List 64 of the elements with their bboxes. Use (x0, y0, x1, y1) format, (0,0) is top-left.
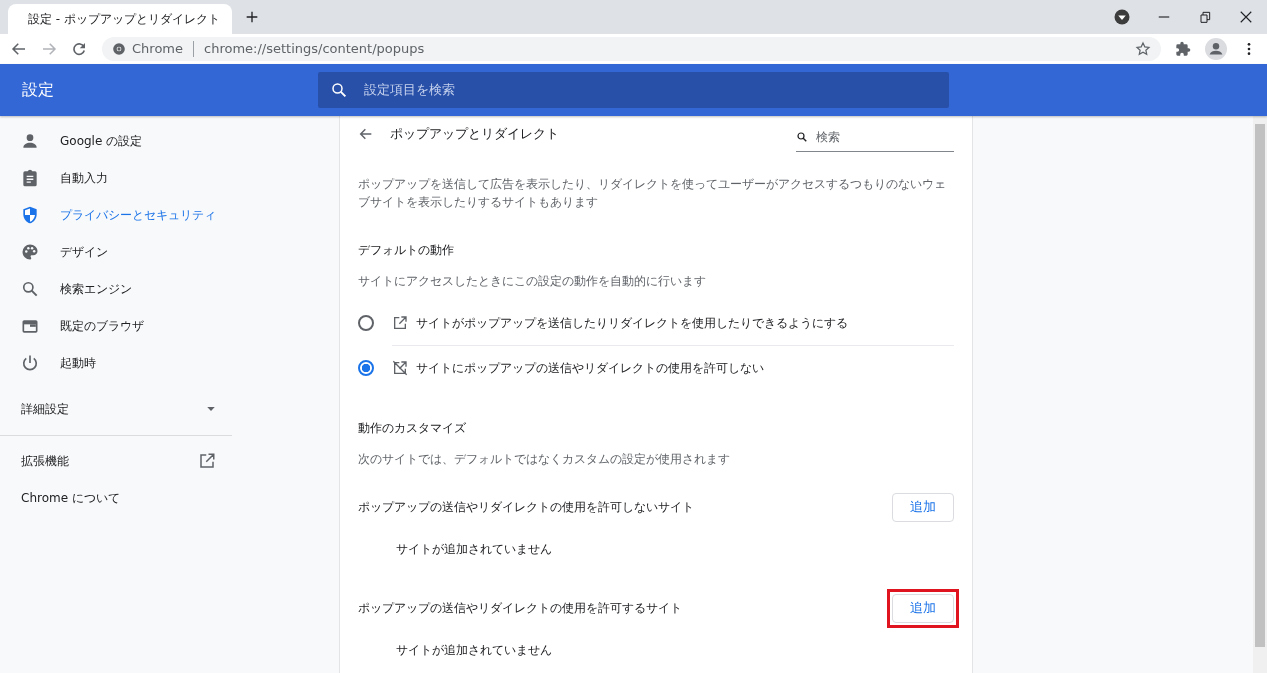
option-label: サイトがポップアップを送信したりリダイレクトを使用したりできるようにする (416, 314, 848, 332)
clipboard-icon (20, 167, 40, 188)
sidebar-item-label: デザイン (60, 243, 108, 261)
advanced-settings-toggle[interactable]: 詳細設定 (0, 390, 232, 427)
sidebar-item-label: Google の設定 (60, 132, 143, 150)
tab-title: 設定 - ポップアップとリダイレクト (28, 11, 220, 28)
dropdown-icon[interactable] (1113, 8, 1131, 26)
search-icon (796, 130, 808, 143)
sidebar-item[interactable]: 起動時 (0, 344, 232, 381)
open-in-new-icon (392, 314, 408, 331)
url-text: chrome://settings/content/popups (204, 40, 426, 58)
search-icon (330, 81, 348, 99)
scrollbar[interactable] (1253, 116, 1267, 673)
avatar-icon[interactable] (1205, 38, 1227, 60)
empty-list-message: サイトが追加されていません (395, 541, 553, 558)
sidebar-item-label: 起動時 (60, 354, 96, 372)
add-button[interactable]: 追加 (892, 593, 954, 623)
external-link-icon (198, 451, 216, 470)
sidebar-item[interactable]: 検索エンジン (0, 270, 232, 307)
sidebar-link[interactable]: Chrome について (0, 479, 232, 516)
sidebar-link-label: 拡張機能 (21, 452, 69, 470)
list-title: ポップアップの送信やリダイレクトの使用を許可するサイト (358, 600, 682, 617)
search-bar[interactable]: 設定項目を検索 (318, 72, 949, 108)
star-icon[interactable] (1135, 41, 1151, 57)
address-bar[interactable]: Chrome chrome://settings/content/popups (102, 37, 1161, 61)
sidebar-item[interactable]: 自動入力 (0, 159, 232, 196)
section-heading: デフォルトの動作 (358, 242, 455, 259)
chrome-icon (112, 42, 126, 56)
section-heading: 動作のカスタマイズ (358, 420, 467, 437)
page-header-title: 設定 (21, 81, 55, 99)
sidebar-item[interactable]: プライバシーとセキュリティ (0, 196, 232, 233)
back-arrow-icon[interactable] (358, 126, 374, 142)
sidebar-link[interactable]: 拡張機能 (0, 442, 232, 479)
description-text: ポップアップを送信して広告を表示したり、リダイレクトを使ってユーザーがアクセスするつもりのないウェブサイトを表示したりするサイトもあります (358, 176, 947, 211)
sidebar-item-label: 既定のブラウザ (60, 317, 144, 335)
radio-button[interactable] (358, 360, 374, 376)
add-button[interactable]: 追加 (892, 492, 954, 522)
sidebar-link-label: Chrome について (21, 489, 120, 507)
browser-tab[interactable]: 設定 - ポップアップとリダイレクト (8, 4, 232, 34)
sidebar-item-label: プライバシーとセキュリティ (60, 206, 216, 224)
search-bar[interactable]: 検索 (796, 122, 954, 152)
advanced-label: 詳細設定 (21, 400, 69, 418)
sidebar-item[interactable]: 既定のブラウザ (0, 307, 232, 344)
search-input[interactable]: 設定項目を検索 (362, 80, 949, 100)
radio-button[interactable] (358, 314, 374, 331)
sidebar-item-label: 検索エンジン (60, 280, 132, 298)
reload-icon[interactable] (70, 40, 88, 58)
search-input[interactable]: 検索 (814, 126, 948, 147)
list-title: ポップアップの送信やリダイレクトの使用を許可しないサイト (358, 499, 694, 516)
sidebar-item-label: 自動入力 (60, 169, 108, 187)
section-subheading: サイトにアクセスしたときにこの設定の動作を自動的に行います (358, 273, 707, 290)
site-label: Chrome (132, 40, 183, 58)
puzzle-icon[interactable] (1175, 41, 1191, 57)
option-label: サイトにポップアップの送信やリダイレクトの使用を許可しない (416, 360, 764, 377)
empty-list-message: サイトが追加されていません (395, 642, 553, 659)
new-tab-icon[interactable] (244, 9, 260, 25)
blocked-popup-icon (392, 360, 408, 376)
page-title: ポップアップとリダイレクト (390, 125, 560, 143)
restore-icon[interactable] (1197, 9, 1213, 25)
sidebar-item[interactable]: デザイン (0, 233, 232, 270)
section-subheading: 次のサイトでは、デフォルトではなくカスタムの設定が使用されます (358, 451, 731, 468)
back-icon[interactable] (10, 40, 28, 58)
shield-icon (20, 204, 40, 225)
sidebar-item[interactable]: Google の設定 (0, 122, 232, 159)
